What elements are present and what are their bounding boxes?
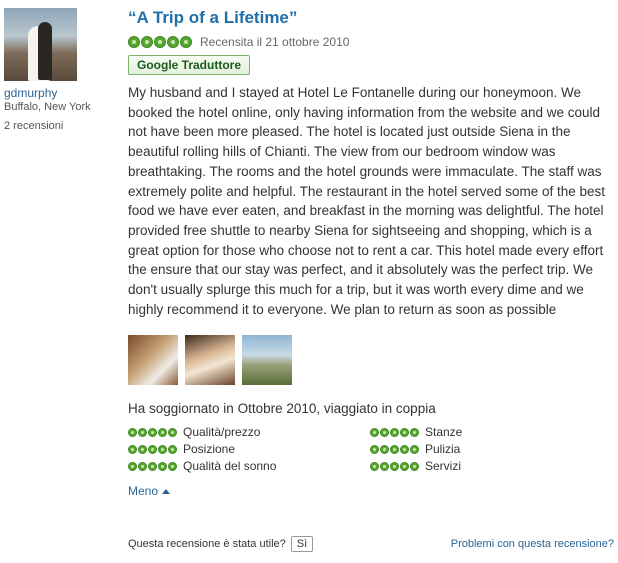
- bubble-icon: [370, 444, 379, 454]
- less-label[interactable]: Meno: [128, 484, 158, 498]
- bubble-icon: [128, 427, 137, 437]
- review-photo-thumbnail[interactable]: [128, 335, 178, 386]
- bubble-icon: [167, 36, 179, 48]
- bubble-icon: [128, 36, 140, 48]
- review-main: “A Trip of a Lifetime” Recensita il 21 o…: [128, 8, 614, 498]
- bubble-icon: [380, 427, 389, 437]
- bubble-icon: [380, 444, 389, 454]
- reviewer-location: Buffalo, New York: [4, 101, 91, 113]
- bubble-icon: [400, 444, 409, 454]
- sub-rating-label: Posizione: [183, 442, 236, 457]
- report-problem-link[interactable]: Problemi con questa recensione?: [451, 538, 614, 550]
- bubble-icon: [138, 427, 147, 437]
- helpful-prompt: Questa recensione è stata utile? Sì: [128, 536, 314, 552]
- review-title[interactable]: “A Trip of a Lifetime”: [128, 8, 614, 28]
- bubble-icon: [138, 444, 147, 454]
- bubble-icon: [410, 444, 419, 454]
- sub-rating-location: Posizione: [128, 442, 370, 456]
- bubble-icon: [128, 444, 137, 454]
- bubble-icon: [128, 461, 137, 471]
- review-photos: [128, 335, 614, 386]
- reviewer-panel: gdmurphy Buffalo, New York 2 recensioni: [4, 8, 114, 132]
- review-footer: Questa recensione è stata utile? Sì Prob…: [128, 536, 614, 552]
- bubble-icon: [158, 444, 167, 454]
- bubble-icon: [400, 461, 409, 471]
- bubble-icon: [168, 461, 177, 471]
- sub-rating-value: Qualità/prezzo: [128, 425, 370, 439]
- review-photo-thumbnail[interactable]: [185, 335, 235, 386]
- helpful-yes-button[interactable]: Sì: [290, 536, 314, 552]
- avatar[interactable]: [4, 8, 77, 81]
- stay-info: Ha soggiornato in Ottobre 2010, viaggiat…: [128, 401, 436, 417]
- rating-bubbles: [370, 444, 419, 454]
- sub-rating-rooms: Stanze: [370, 425, 570, 439]
- bubble-icon: [158, 461, 167, 471]
- google-translate-button[interactable]: Google Traduttore: [128, 55, 251, 75]
- bubble-icon: [400, 427, 409, 437]
- rating-bubbles: [128, 427, 177, 437]
- bubble-icon: [138, 461, 147, 471]
- rating-bubbles: [128, 444, 177, 454]
- bubble-icon: [410, 461, 419, 471]
- bubble-icon: [390, 444, 399, 454]
- sub-rating-label: Qualità/prezzo: [183, 425, 261, 440]
- caret-up-icon[interactable]: [162, 488, 171, 494]
- bubble-icon: [148, 461, 157, 471]
- helpful-question: Questa recensione è stata utile?: [128, 538, 286, 550]
- rating-bubbles: [370, 461, 419, 471]
- bubble-icon: [168, 427, 177, 437]
- sub-rating-label: Servizi: [425, 459, 462, 474]
- avatar-figure-groom: [38, 22, 52, 80]
- rating-bubbles: [128, 461, 177, 471]
- bubble-icon: [148, 427, 157, 437]
- bubble-icon: [154, 36, 166, 48]
- bubble-icon: [141, 36, 153, 48]
- reviewer-review-count: 2 recensioni: [4, 120, 64, 132]
- sub-rating-service: Servizi: [370, 459, 570, 473]
- sub-rating-label: Qualità del sonno: [183, 459, 277, 474]
- review-date: Recensita il 21 ottobre 2010: [200, 35, 350, 49]
- sub-rating-cleanliness: Pulizia: [370, 442, 570, 456]
- sub-rating-sleep: Qualità del sonno: [128, 459, 370, 473]
- review-rating-bubbles: [128, 36, 192, 48]
- rating-bubbles: [370, 427, 419, 437]
- bubble-icon: [370, 461, 379, 471]
- bubble-icon: [390, 427, 399, 437]
- sub-rating-label: Pulizia: [425, 442, 461, 457]
- review-rating-row: Recensita il 21 ottobre 2010: [128, 35, 614, 49]
- review-text: My husband and I stayed at Hotel Le Font…: [128, 85, 606, 317]
- bubble-icon: [410, 427, 419, 437]
- reviewer-username[interactable]: gdmurphy: [4, 86, 114, 100]
- bubble-icon: [180, 36, 192, 48]
- sub-ratings-grid: Qualità/prezzo Stanze Posizione Pulizia …: [128, 425, 614, 473]
- less-toggle[interactable]: Meno: [128, 484, 614, 498]
- bubble-icon: [380, 461, 389, 471]
- sub-rating-label: Stanze: [425, 425, 463, 440]
- bubble-icon: [168, 444, 177, 454]
- bubble-icon: [390, 461, 399, 471]
- bubble-icon: [158, 427, 167, 437]
- bubble-icon: [370, 427, 379, 437]
- review-photo-thumbnail[interactable]: [242, 335, 292, 386]
- bubble-icon: [148, 444, 157, 454]
